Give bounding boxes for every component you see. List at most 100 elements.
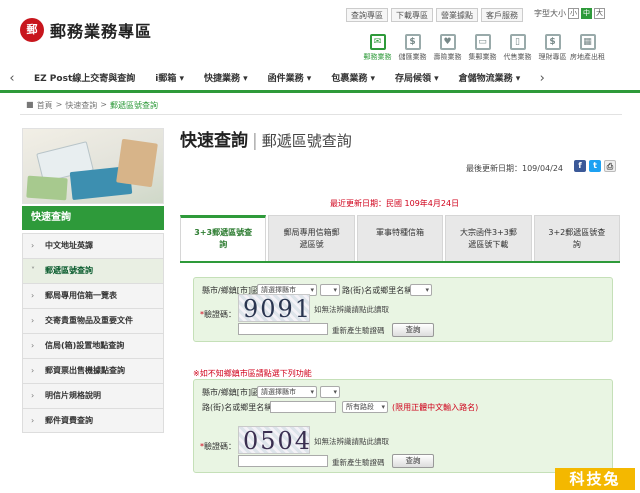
top-link-branches[interactable]: 營業據點 [436, 8, 478, 22]
nav-parcels[interactable]: 包裹業務 ▾ [321, 66, 385, 92]
captcha-reload-link[interactable]: 如無法辨識請點此讀取 [314, 304, 389, 315]
captcha-input[interactable] [238, 323, 328, 335]
service-label: 代售業務 [503, 53, 532, 61]
building-icon: ▦ [579, 34, 596, 50]
tab-military-box[interactable]: 軍事特種信箱 [356, 215, 444, 261]
captcha-reload-link[interactable]: 如無法辨識請點此讀取 [314, 436, 389, 447]
service-insurance[interactable]: ♥ 壽險業務 [430, 34, 465, 62]
tab-33-zipcode[interactable]: 3+3郵遞區號查詢 [180, 215, 267, 261]
service-label: 理財專區 [538, 53, 567, 61]
tab-label: 遞區號 [299, 240, 324, 249]
nav-poste-restante[interactable]: 存局候領 ▾ [385, 66, 449, 92]
nav-next-icon[interactable]: › [530, 71, 554, 86]
captcha-label-text: 驗證碼： [204, 310, 236, 319]
breadcrumb-quick-query[interactable]: 快速查詢 [65, 100, 97, 111]
road-section-select[interactable]: 所有路段 [342, 401, 388, 413]
district-select[interactable] [320, 284, 340, 296]
stamp-icon: ▭ [474, 34, 491, 50]
facebook-icon[interactable]: f [574, 160, 586, 172]
sidebar-menu: › 中文地址英譯 ˅ 郵遞區號查詢 › 郵局專用信箱一覽表 › 交寄貴重物品及重要文件 … [22, 233, 164, 433]
nav-express[interactable]: 快捷業務 ▾ [194, 66, 258, 92]
share-bar: f t ⎙ [574, 160, 616, 172]
top-link-download[interactable]: 下載專區 [391, 8, 433, 22]
sidebar-item-postcard-spec[interactable]: › 明信片規格說明 [22, 383, 164, 408]
search-button[interactable]: 查詢 [392, 454, 434, 468]
tab-label: 郵局專用信箱郵 [283, 228, 340, 237]
chevron-right-icon: › [31, 341, 35, 350]
sidebar-item-zipcode[interactable]: ˅ 郵遞區號查詢 [22, 258, 164, 283]
district-select[interactable] [320, 386, 340, 398]
nav-logistics[interactable]: 倉儲物流業務 ▾ [449, 66, 531, 92]
captcha-input[interactable] [238, 455, 328, 467]
sidebar-item-po-box[interactable]: › 郵局專用信箱一覽表 [22, 283, 164, 308]
nav-prev-icon[interactable]: ‹ [0, 71, 24, 86]
captcha-refresh-link[interactable]: 重新產生驗證碼 [332, 457, 385, 468]
tab-po-box-zipcode[interactable]: 郵局專用信箱郵 遞區號 [268, 215, 355, 261]
road-input[interactable] [270, 401, 336, 413]
sidebar-item-address-translation[interactable]: › 中文地址英譯 [22, 233, 164, 258]
nav-imailbox[interactable]: i郵箱 ▾ [145, 66, 194, 92]
service-mail[interactable]: ✉ 郵務業務 [360, 34, 395, 62]
site-title[interactable]: 郵務業務專區 [50, 18, 152, 42]
tab-label: 詢 [572, 240, 581, 249]
required-mark: ※ [193, 369, 200, 378]
sidebar-item-label: 交寄貴重物品及重要文件 [45, 316, 133, 325]
sidebar-item-valuables[interactable]: › 交寄貴重物品及重要文件 [22, 308, 164, 333]
recent-update-date: 最近更新日期：民國 109年4月24日 [330, 199, 460, 208]
font-size-control: 字型大小 小 中 大 [534, 8, 605, 19]
font-medium-button[interactable]: 中 [581, 8, 592, 19]
top-links: 查詢專區 下載專區 營業據點 客戶服務 [346, 8, 523, 22]
service-agency[interactable]: ▯ 代售業務 [500, 34, 535, 62]
sidebar-item-label: 郵局專用信箱一覽表 [45, 291, 117, 300]
tab-label: 詢 [219, 240, 228, 249]
watermark: 科技兔 [555, 468, 635, 490]
post-logo-icon[interactable]: 郵 [20, 18, 44, 42]
service-label: 郵務業務 [363, 53, 392, 61]
sidebar-item-label: 郵資票出售機據點查詢 [45, 366, 125, 375]
sidebar-banner-image [22, 128, 164, 204]
top-link-query[interactable]: 查詢專區 [346, 8, 388, 22]
page: 郵 郵務業務專區 查詢專區 下載專區 營業據點 客戶服務 字型大小 小 中 大 … [0, 0, 640, 493]
finance-icon: $ [544, 34, 561, 50]
captcha-refresh-link[interactable]: 重新產生驗證碼 [332, 325, 385, 336]
tab-bulk-download[interactable]: 大宗函件3+3郵 遞區號下載 [445, 215, 532, 261]
road-select[interactable] [410, 284, 432, 296]
twitter-icon[interactable]: t [589, 160, 601, 172]
nav-ezpost[interactable]: EZ Post線上交寄與查詢 [24, 66, 145, 92]
breadcrumb-home[interactable]: 首頁 [37, 100, 53, 111]
service-philately[interactable]: ▭ 集郵業務 [465, 34, 500, 62]
sidebar-item-postage-rates[interactable]: › 郵件資費查詢 [22, 408, 164, 433]
heart-hands-icon: ♥ [439, 34, 456, 50]
sidebar-item-mailbox-location[interactable]: › 信局(箱)設置地點查詢 [22, 333, 164, 358]
tip-note-text: 如不知鄉鎮市區請點選下列功能 [199, 369, 312, 378]
chevron-right-icon: › [31, 416, 35, 425]
tab-label: 3+2郵遞區號查 [548, 228, 606, 237]
service-finance[interactable]: $ 理財專區 [535, 34, 570, 62]
county-select[interactable]: 請選擇縣市 [257, 386, 317, 398]
service-savings[interactable]: $ 儲匯業務 [395, 34, 430, 62]
captcha-image: 9091 [238, 294, 310, 323]
captcha-image: 0504 [238, 426, 310, 455]
nav-letters[interactable]: 函件業務 ▾ [258, 66, 322, 92]
last-update: 最後更新日期：109/04/24 [466, 164, 564, 173]
search-button[interactable]: 查詢 [392, 323, 434, 337]
sidebar-item-stamp-machine[interactable]: › 郵資票出售機據點查詢 [22, 358, 164, 383]
print-icon[interactable]: ⎙ [604, 160, 616, 172]
page-title-main: 快速查詢 [180, 131, 248, 151]
chevron-right-icon: › [31, 316, 35, 325]
service-realestate[interactable]: ▦ 房地產出租 [570, 34, 605, 62]
captcha-label: *驗證碼： [200, 441, 236, 452]
tab-label: 遞區號下載 [468, 240, 509, 249]
top-link-service[interactable]: 客戶服務 [481, 8, 523, 22]
tab-32-zipcode[interactable]: 3+2郵遞區號查詢 [533, 215, 621, 261]
tab-label: 3+3郵遞區號查 [194, 228, 253, 237]
tab-label: 軍事特種信箱 [376, 228, 425, 237]
breadcrumb-current: 郵遞區號查詢 [109, 101, 158, 110]
font-large-button[interactable]: 大 [594, 8, 605, 19]
title-separator: | [252, 131, 258, 151]
breadcrumb-sep: > [55, 100, 63, 109]
sidebar-item-label: 郵件資費查詢 [45, 416, 93, 425]
font-size-label: 字型大小 [534, 9, 566, 18]
road-label: 路(街)名或鄉里名稱 [342, 286, 413, 295]
font-small-button[interactable]: 小 [568, 8, 579, 19]
